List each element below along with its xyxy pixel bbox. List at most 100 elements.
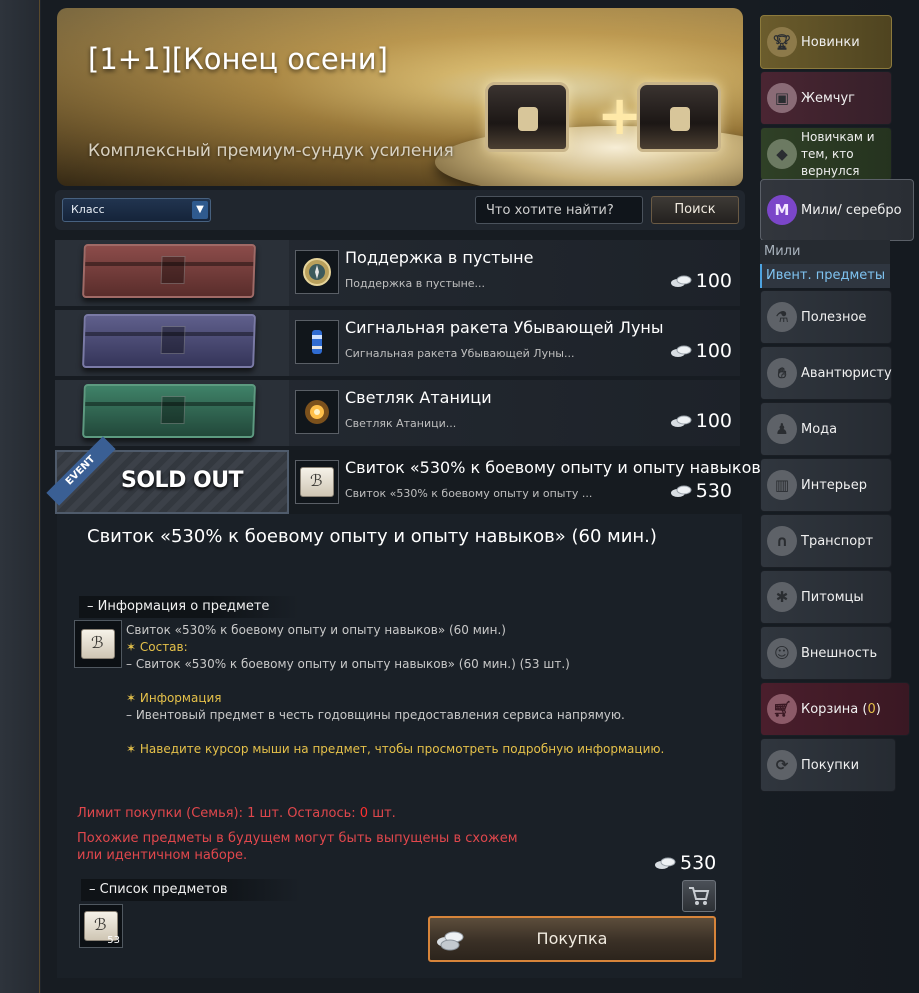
item-count: 53 xyxy=(107,935,120,946)
nav-item-useful[interactable]: ⚗︎ Полезное xyxy=(760,290,892,344)
nav-label: Покупки xyxy=(801,757,860,773)
nav-item-pearl[interactable]: ▣ Жемчуг xyxy=(760,71,892,125)
chair-icon: ▥ xyxy=(767,470,797,500)
scroll-icon[interactable] xyxy=(74,620,122,668)
info-line: – Свиток «530% к боевому опыту и опыту н… xyxy=(126,657,570,671)
limit-text: Лимит покупки (Семья): 1 шт. Осталось: xyxy=(77,806,360,821)
chevron-down-icon[interactable]: ▼ xyxy=(192,201,208,219)
plus-glyph: + xyxy=(597,84,643,147)
nav-item-fashion[interactable]: ♟︎ Мода xyxy=(760,402,892,456)
info-line: ✶ Состав: xyxy=(126,640,188,654)
silver-coins-icon xyxy=(670,415,692,427)
nav-label: Новичкам и тем, кто вернулся xyxy=(801,129,875,178)
nav-label: Полезное xyxy=(801,309,867,325)
silver-coins-icon xyxy=(437,931,464,951)
nav-item-new[interactable]: 🏆︎ Новинки xyxy=(760,15,892,69)
nav-item-transport[interactable]: ∩ Транспорт xyxy=(760,514,892,568)
item-desc: Сигнальная ракета Убывающей Луны... xyxy=(345,347,575,360)
item-price-value: 530 xyxy=(695,480,732,502)
silver-coins-icon xyxy=(670,485,692,497)
nav-label: Интерьер xyxy=(801,477,867,493)
add-to-cart-button[interactable] xyxy=(682,880,716,912)
info-text: Свиток «530% к боевому опыту и опыту нав… xyxy=(126,622,664,758)
item-price-value: 100 xyxy=(695,270,732,292)
info-line: Свиток «530% к боевому опыту и опыту нав… xyxy=(126,623,506,637)
item-thumbnail xyxy=(55,240,289,306)
nav-subitem-miles[interactable]: Мили xyxy=(760,240,890,264)
item-name: Поддержка в пустыне xyxy=(345,248,534,267)
nav-label: Новинки xyxy=(801,34,860,50)
nav-item-pets[interactable]: ✱ Питомцы xyxy=(760,570,892,624)
detail-title: Свиток «530% к боевому опыту и опыту нав… xyxy=(87,526,657,547)
firefly-icon xyxy=(295,390,339,434)
nav-label: Корзина (0) xyxy=(801,701,881,718)
trophy-icon: 🏆︎ xyxy=(767,27,797,57)
sold-out-label: SOLD OUT xyxy=(121,468,244,493)
left-edge-panel xyxy=(0,0,40,993)
cart-icon xyxy=(689,887,710,905)
nav-item-interior[interactable]: ▥ Интерьер xyxy=(760,458,892,512)
info-line: – Ивентовый предмет в честь годовщины пр… xyxy=(126,708,625,722)
class-select-value: Класс xyxy=(71,203,105,216)
detail-price: 530 xyxy=(654,852,716,874)
banner-subtitle: Комплексный премиум-сундук усиления xyxy=(88,141,454,161)
info-line: ✶ Информация xyxy=(126,691,222,705)
potion-icon: ⚗︎ xyxy=(767,302,797,332)
item-price: 100 xyxy=(670,340,732,362)
item-name: Свиток «530% к боевому опыту и опыту нав… xyxy=(345,458,777,477)
item-price: 100 xyxy=(670,270,732,292)
item-price-value: 100 xyxy=(695,340,732,362)
nav-item-appearance[interactable]: ☺︎ Внешность xyxy=(760,626,892,680)
nav-label: Жемчуг xyxy=(801,90,856,106)
item-price: 530 xyxy=(670,480,732,502)
cart-icon: 🛒︎ xyxy=(767,694,797,724)
nav-item-purchases[interactable]: ⟳ Покупки xyxy=(760,738,896,792)
pearl-box-icon: ▣ xyxy=(767,83,797,113)
limit-unit: шт. xyxy=(368,806,396,821)
nav-item-adventurer[interactable]: ✋︎ Авантюристу xyxy=(760,346,892,400)
item-thumbnail xyxy=(55,310,289,376)
buy-button[interactable]: Покупка xyxy=(428,916,716,962)
item-price-value: 100 xyxy=(695,410,732,432)
purchase-limit: Лимит покупки (Семья): 1 шт. Осталось: 0… xyxy=(77,806,396,821)
cart-count: 0 xyxy=(867,701,876,717)
nav-item-cart[interactable]: 🛒︎ Корзина (0) xyxy=(760,682,910,736)
nav-label: Авантюристу xyxy=(801,365,892,381)
info-section-header[interactable]: – Информация о предмете xyxy=(79,596,299,618)
nav-label: Питомцы xyxy=(801,589,864,605)
item-price: 100 xyxy=(670,410,732,432)
search-input[interactable] xyxy=(475,196,643,224)
scroll-icon xyxy=(295,460,339,504)
nav-item-miles[interactable]: M Мили/ серебро xyxy=(760,179,914,241)
scroll-icon[interactable]: 53 xyxy=(79,904,123,948)
list-item-selected[interactable]: EVENT SOLD OUT Свиток «530% к боевому оп… xyxy=(46,436,776,516)
item-desc: Светляк Атаници... xyxy=(345,417,457,430)
detail-price-value: 530 xyxy=(680,852,717,874)
item-list-header[interactable]: – Список предметов xyxy=(81,879,301,901)
list-item[interactable]: Поддержка в пустыне Поддержка в пустыне.… xyxy=(55,240,740,306)
chest-image xyxy=(637,82,721,152)
silver-coins-icon xyxy=(670,345,692,357)
search-button[interactable]: Поиск xyxy=(651,196,739,224)
flare-icon xyxy=(295,320,339,364)
buy-button-label: Покупка xyxy=(536,929,608,948)
info-line: ✶ Наведите курсор мыши на предмет, чтобы… xyxy=(126,742,665,756)
chest-image xyxy=(82,384,256,438)
thumbs-up-icon: ✋︎ xyxy=(767,358,797,388)
direction-icon: ◆ xyxy=(767,139,797,169)
outfit-icon: ♟︎ xyxy=(767,414,797,444)
list-item[interactable]: Сигнальная ракета Убывающей Луны Сигналь… xyxy=(55,310,740,376)
horseshoe-icon: ∩ xyxy=(767,526,797,556)
class-select[interactable]: Класс ▼ xyxy=(62,198,211,222)
limit-remaining: 0 xyxy=(359,806,369,821)
item-name: Сигнальная ракета Убывающей Луны xyxy=(345,318,664,337)
chest-image xyxy=(82,244,256,298)
sold-out-thumbnail: EVENT SOLD OUT xyxy=(46,436,289,514)
nav-subitem-event-items[interactable]: Ивент. предметы xyxy=(760,264,890,288)
paw-icon: ✱ xyxy=(767,582,797,612)
warning-text: Похожие предметы в будущем могут быть вы… xyxy=(77,831,518,863)
chest-image xyxy=(485,82,569,152)
list-item[interactable]: Светляк Атаници Светляк Атаници... 100 xyxy=(55,380,740,446)
nav-item-newbie[interactable]: ◆ Новичкам и тем, кто вернулся xyxy=(760,127,892,181)
banner-title: [1+1][Конец осени] xyxy=(88,42,388,76)
